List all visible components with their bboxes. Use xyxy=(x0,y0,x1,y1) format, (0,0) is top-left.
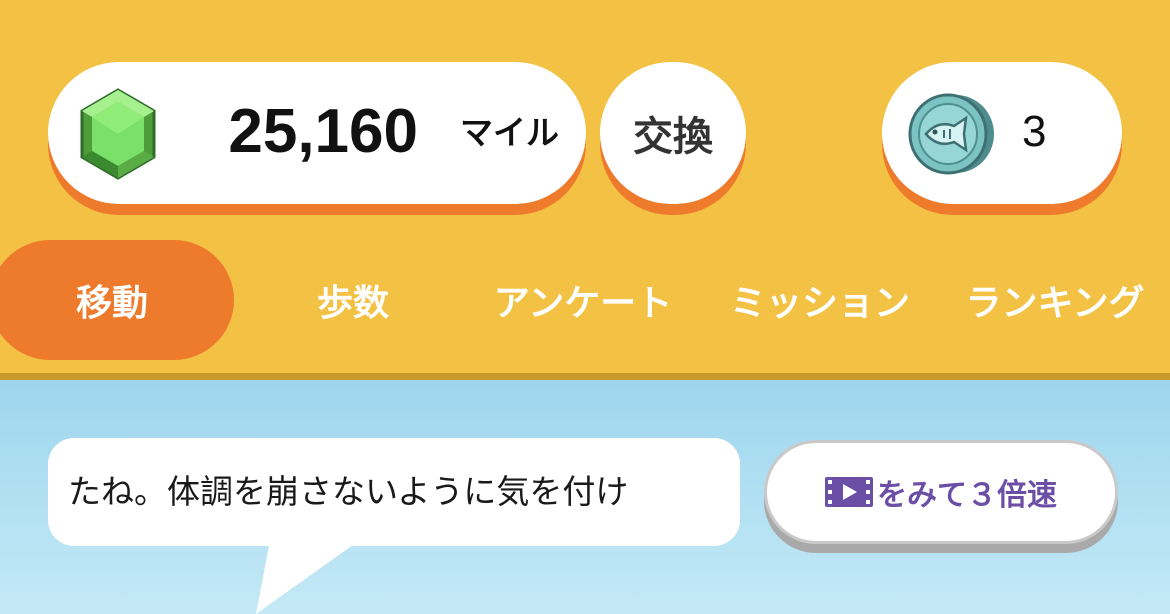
coin-display: 3 xyxy=(882,62,1122,204)
speech-bubble: たね。体調を崩さないように気を付け xyxy=(48,438,740,546)
coin-count: 3 xyxy=(1022,107,1047,156)
fish-coin-icon xyxy=(908,93,994,175)
speech-bubble-text: たね。体調を崩さないように気を付け xyxy=(68,472,629,511)
tab-mission[interactable]: ミッション xyxy=(720,240,920,360)
watch-video-label: をみて３倍速 xyxy=(877,478,1057,513)
miles-display: 25,160 マイル xyxy=(48,62,586,204)
speech-bubble-tail xyxy=(256,540,360,614)
tab-steps[interactable]: 歩数 xyxy=(258,240,448,360)
watch-video-speedup-button[interactable]: をみて３倍速 xyxy=(764,440,1118,544)
miles-value: 25,160 xyxy=(228,97,418,166)
miles-unit: マイル xyxy=(460,113,559,152)
tab-survey[interactable]: アンケート xyxy=(478,240,688,360)
header-divider xyxy=(0,373,1170,380)
exchange-button[interactable]: 交換 xyxy=(600,62,746,204)
exchange-label: 交換 xyxy=(633,114,713,160)
emerald-gem-icon xyxy=(80,88,156,180)
tab-ranking[interactable]: ランキング xyxy=(950,240,1160,360)
film-icon xyxy=(825,477,873,507)
tab-travel[interactable]: 移動 xyxy=(0,240,234,360)
